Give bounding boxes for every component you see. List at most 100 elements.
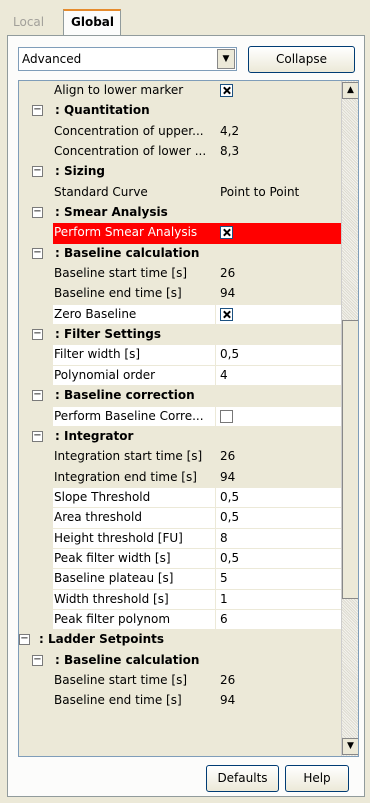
minus-box-icon[interactable]: − xyxy=(32,166,43,178)
minus-box-icon[interactable]: − xyxy=(32,654,43,666)
minus-box-icon[interactable]: − xyxy=(32,329,43,341)
checkbox-icon[interactable] xyxy=(220,409,233,423)
property-label: Filter width [s] xyxy=(53,345,216,366)
property-row[interactable]: Baseline plateau [s] 5 xyxy=(19,569,342,590)
property-label: Height threshold [FU] xyxy=(53,528,216,549)
property-row[interactable]: Zero Baseline xyxy=(19,304,342,326)
property-value[interactable]: 0,5 xyxy=(216,548,342,570)
property-value[interactable]: 1 xyxy=(216,589,342,610)
property-row[interactable]: Concentration of upper... 4,2 xyxy=(19,122,342,142)
property-row[interactable]: Baseline start time [s] 26 xyxy=(19,264,342,284)
property-row[interactable]: Perform Smear Analysis xyxy=(19,223,342,244)
property-value[interactable]: 26 xyxy=(216,447,342,467)
property-label: Width threshold [s] xyxy=(53,589,216,610)
property-checkbox-cell[interactable] xyxy=(216,304,342,326)
scroll-down-icon[interactable]: ▼ xyxy=(342,738,358,755)
property-row[interactable]: Integration end time [s] 94 xyxy=(19,468,342,488)
category-row[interactable]: −: Baseline calculation xyxy=(19,244,342,264)
category-row[interactable]: −: Baseline calculation xyxy=(19,651,342,671)
property-label: Concentration of lower ... xyxy=(54,144,207,159)
property-row[interactable]: Baseline end time [s] 94 xyxy=(19,691,342,711)
property-value[interactable]: 26 xyxy=(216,264,342,284)
checkbox-icon[interactable] xyxy=(220,226,233,240)
property-value[interactable]: 94 xyxy=(216,468,342,488)
property-row[interactable]: Width threshold [s] 1 xyxy=(19,589,342,610)
property-value[interactable]: 6 xyxy=(216,609,342,631)
property-row[interactable]: Baseline start time [s] 26 xyxy=(19,671,342,691)
scroll-thumb[interactable] xyxy=(342,320,358,599)
category-row[interactable]: −: Filter Settings xyxy=(19,325,342,345)
collapse-button[interactable]: Collapse xyxy=(248,46,355,73)
vertical-scrollbar[interactable]: ▲ ▼ xyxy=(341,81,358,756)
tab-local[interactable]: Local xyxy=(7,11,63,36)
category-label: : Baseline correction xyxy=(55,388,195,403)
property-row[interactable]: Concentration of lower ... 8,3 xyxy=(19,142,342,162)
scroll-up-icon[interactable]: ▲ xyxy=(342,82,358,99)
minus-box-icon[interactable]: − xyxy=(32,390,43,402)
global-panel: Advanced ▼ Collapse Align to lower marke… xyxy=(7,35,365,797)
category-row[interactable]: −: Ladder Setpoints xyxy=(19,630,342,650)
property-row[interactable]: Align to lower marker xyxy=(19,81,342,101)
property-value[interactable]: 94 xyxy=(216,691,342,711)
category-row[interactable]: −: Smear Analysis xyxy=(19,203,342,223)
category-label: : Quantitation xyxy=(55,103,150,118)
property-row[interactable]: Area threshold 0,5 xyxy=(19,508,342,529)
dropdown-value: Advanced xyxy=(22,52,82,66)
property-row[interactable]: Standard Curve Point to Point xyxy=(19,183,342,203)
category-row[interactable]: −: Sizing xyxy=(19,162,342,182)
property-label: Slope Threshold xyxy=(53,487,216,509)
category-label: : Baseline calculation xyxy=(55,245,200,260)
property-label: Integration start time [s] xyxy=(54,449,203,464)
property-label: Standard Curve xyxy=(54,184,148,199)
category-row[interactable]: −: Quantitation xyxy=(19,101,342,121)
chevron-down-icon[interactable]: ▼ xyxy=(217,49,235,69)
property-value[interactable]: 4 xyxy=(216,365,342,387)
property-label: Perform Baseline Corre... xyxy=(53,406,216,427)
property-checkbox-cell[interactable] xyxy=(216,223,342,244)
property-row[interactable]: Filter width [s] 0,5 xyxy=(19,345,342,366)
property-row[interactable]: Slope Threshold 0,5 xyxy=(19,487,342,509)
property-value[interactable]: 0,5 xyxy=(216,345,342,366)
tab-global[interactable]: Global xyxy=(63,9,121,37)
category-label: : Ladder Setpoints xyxy=(39,632,165,647)
property-row[interactable]: Perform Baseline Corre... xyxy=(19,406,342,427)
property-row[interactable]: Integration start time [s] 26 xyxy=(19,447,342,467)
property-row[interactable]: Baseline end time [s] 94 xyxy=(19,284,342,304)
property-value[interactable]: 5 xyxy=(216,569,342,590)
property-label: Baseline end time [s] xyxy=(54,286,182,301)
property-label: Align to lower marker xyxy=(54,83,184,97)
property-grid: Align to lower marker −: Quantitation Conc… xyxy=(18,80,359,757)
view-mode-dropdown[interactable]: Advanced ▼ xyxy=(18,47,237,71)
help-button[interactable]: Help xyxy=(285,765,349,792)
property-value[interactable]: 0,5 xyxy=(216,487,342,509)
property-label: Baseline end time [s] xyxy=(54,693,182,708)
property-value[interactable]: 94 xyxy=(216,284,342,304)
property-checkbox-cell[interactable] xyxy=(216,406,342,427)
property-row[interactable]: Peak filter polynom 6 xyxy=(19,609,342,631)
minus-box-icon[interactable]: − xyxy=(32,207,43,219)
property-value[interactable]: 4,2 xyxy=(216,122,342,142)
property-value[interactable]: 8,3 xyxy=(216,142,342,162)
property-row[interactable]: Peak filter width [s] 0,5 xyxy=(19,548,342,570)
property-label: Peak filter polynom xyxy=(53,609,216,631)
checkbox-icon[interactable] xyxy=(220,307,233,321)
minus-box-icon[interactable]: − xyxy=(32,105,43,117)
property-value[interactable]: 8 xyxy=(216,528,342,549)
minus-box-icon[interactable]: − xyxy=(32,247,43,259)
category-label: : Smear Analysis xyxy=(55,205,168,220)
property-value[interactable]: 0,5 xyxy=(216,508,342,529)
property-label: Area threshold xyxy=(53,508,216,529)
property-value[interactable]: 26 xyxy=(216,671,342,691)
property-label: Polynomial order xyxy=(53,365,216,387)
property-label: Perform Smear Analysis xyxy=(53,223,216,244)
defaults-button[interactable]: Defaults xyxy=(206,765,279,792)
property-row[interactable]: Polynomial order 4 xyxy=(19,365,342,387)
minus-box-icon[interactable]: − xyxy=(32,430,43,442)
property-row[interactable]: Height threshold [FU] 8 xyxy=(19,528,342,549)
property-checkbox-cell[interactable] xyxy=(216,81,342,101)
minus-box-icon[interactable]: − xyxy=(19,634,30,646)
category-row[interactable]: −: Integrator xyxy=(19,427,342,447)
property-value[interactable]: Point to Point xyxy=(216,183,342,203)
checkbox-icon[interactable] xyxy=(220,84,233,97)
category-row[interactable]: −: Baseline correction xyxy=(19,386,342,406)
